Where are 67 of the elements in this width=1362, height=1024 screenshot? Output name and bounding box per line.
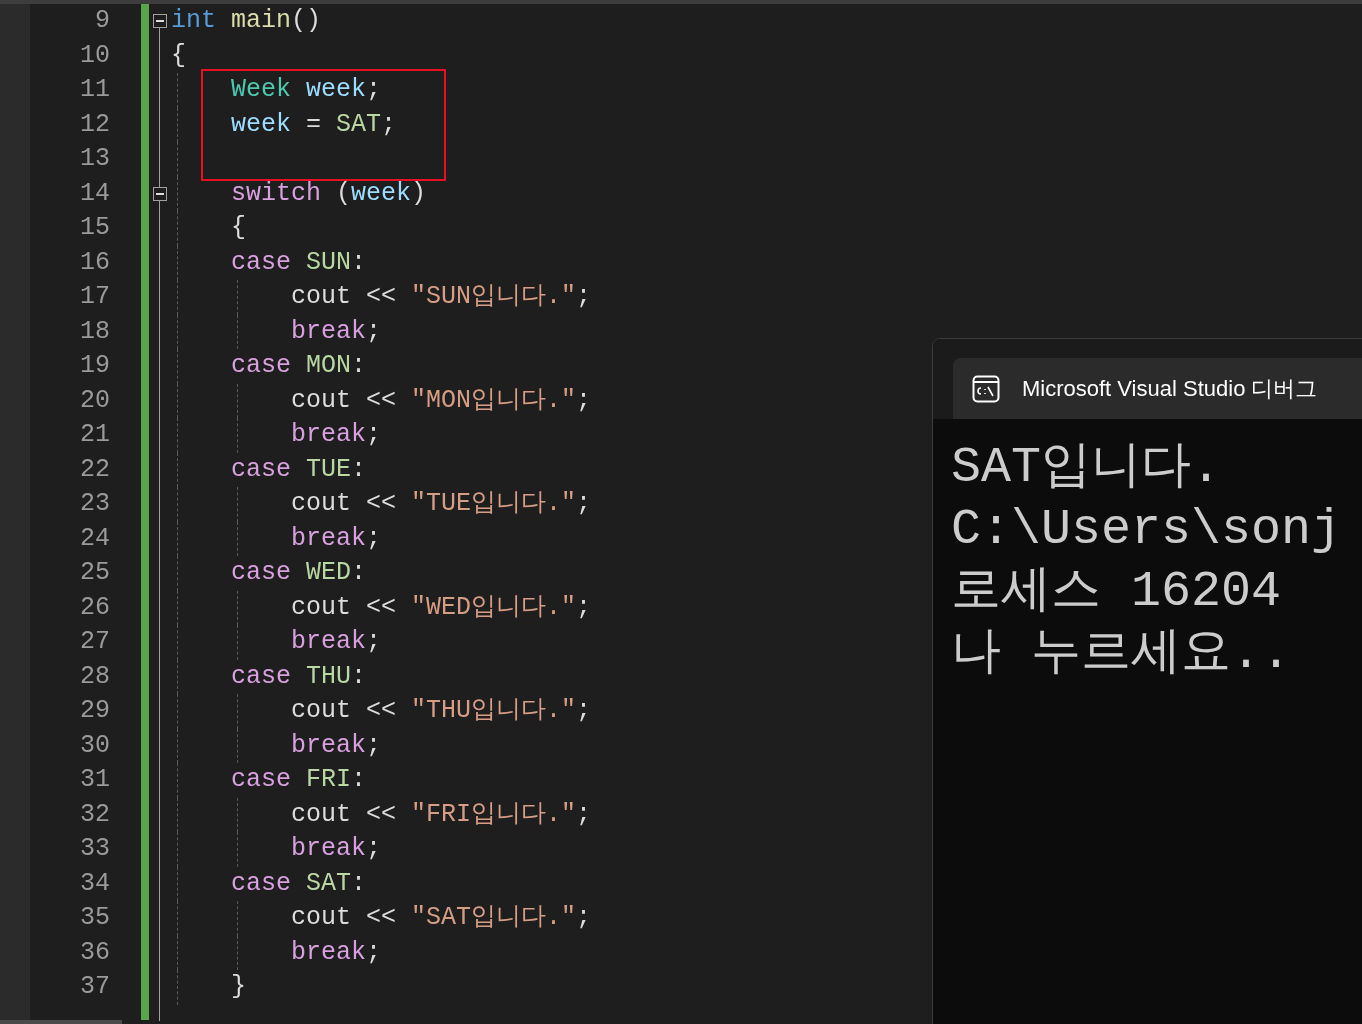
line-number: 23	[79, 488, 110, 520]
code-line: {	[231, 213, 246, 242]
line-number: 37	[79, 971, 110, 1003]
line-number: 27	[79, 626, 110, 658]
line-number: 35	[79, 902, 110, 934]
line-number: 19	[79, 350, 110, 382]
console-output-line: C:\Users\sonj	[951, 500, 1343, 560]
code-line: case MON:	[231, 351, 367, 380]
code-line: case TUE:	[231, 454, 367, 484]
code-line: switch (week)	[231, 178, 427, 208]
line-number: 31	[79, 764, 110, 796]
line-number: 16	[79, 246, 110, 279]
line-number: 20	[79, 384, 110, 417]
code-line: break;	[291, 316, 382, 346]
line-number: 17	[79, 281, 110, 313]
line-number: 21	[79, 419, 110, 451]
line-number: 14	[79, 177, 110, 210]
code-line: case FRI:	[231, 765, 367, 794]
line-number: 10	[79, 39, 110, 72]
code-line: case SAT:	[231, 868, 367, 898]
scrollbar-thumb[interactable]	[0, 1020, 122, 1024]
code-line: int main()	[171, 6, 322, 35]
line-number: 18	[79, 315, 110, 348]
code-line: Week week;	[231, 75, 382, 104]
code-line: week = SAT;	[231, 109, 397, 139]
line-number: 28	[79, 660, 110, 693]
console-output-line: 로세스 16204	[951, 562, 1283, 622]
code-line: break;	[291, 834, 382, 863]
line-number: 36	[79, 936, 110, 969]
code-line: case THU:	[231, 661, 367, 691]
line-number: 34	[79, 867, 110, 900]
line-number: 13	[79, 143, 110, 175]
window-title: Microsoft Visual Studio 디버그	[1022, 374, 1318, 403]
line-number: 33	[79, 833, 110, 865]
line-number: 12	[79, 108, 110, 141]
line-number: 11	[79, 74, 110, 106]
line-number: 30	[79, 729, 110, 762]
line-number: 25	[79, 557, 110, 589]
code-line: cout << "SAT입니다.";	[291, 903, 592, 932]
line-number: 24	[79, 522, 110, 555]
line-number: 15	[79, 212, 110, 244]
code-line: cout << "SUN입니다.";	[291, 282, 592, 311]
line-number: 26	[79, 591, 110, 624]
line-number: 9	[94, 5, 110, 37]
code-line: break;	[291, 420, 382, 449]
console-tab[interactable]: Microsoft Visual Studio 디버그	[953, 358, 1362, 419]
code-line: break;	[291, 937, 382, 967]
line-number: 29	[79, 695, 110, 727]
line-number: 22	[79, 453, 110, 486]
code-line: cout << "THU입니다.";	[291, 696, 592, 725]
code-line: }	[231, 972, 246, 1001]
console-output-line: SAT입니다.	[951, 438, 1223, 498]
collapse-icon[interactable]	[153, 186, 167, 201]
code-line: cout << "MON입니다.";	[291, 385, 592, 415]
code-line: {	[171, 40, 186, 70]
code-line: break;	[291, 627, 382, 656]
code-line: cout << "TUE입니다.";	[291, 489, 592, 518]
code-line: cout << "WED입니다.";	[291, 592, 592, 622]
console-output-line: 나 누르세요..	[951, 624, 1292, 684]
line-number: 32	[79, 798, 110, 831]
code-line: case SUN:	[231, 247, 367, 277]
collapse-icon[interactable]	[153, 14, 167, 28]
code-line: break;	[291, 730, 382, 760]
code-line: case WED:	[231, 558, 367, 587]
terminal-icon	[972, 374, 1000, 403]
code-line: cout << "FRI입니다.";	[291, 799, 592, 829]
code-line: break;	[291, 523, 382, 553]
